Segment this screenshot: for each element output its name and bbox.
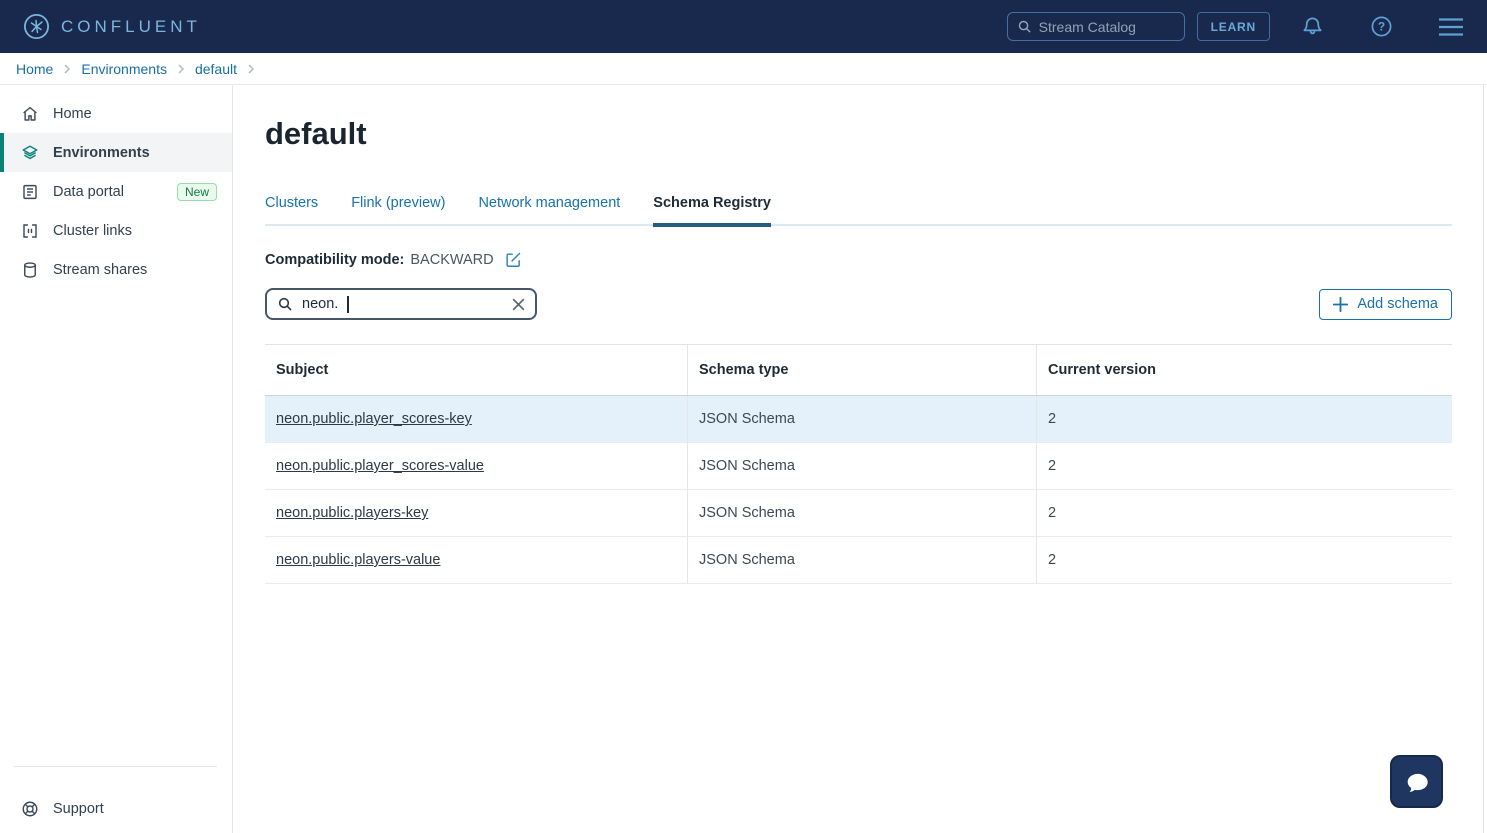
table-row: neon.public.players-value JSON Schema 2 [265,537,1452,584]
cylinder-icon [21,261,39,279]
table-row: neon.public.players-key JSON Schema 2 [265,490,1452,537]
column-header-subject: Subject [265,345,688,395]
chat-bubble-icon [1403,768,1431,796]
top-navbar: CONFLUENT LEARN ? [0,0,1487,53]
main-content: default Clusters Flink (preview) Network… [233,85,1487,833]
confluent-logo[interactable]: CONFLUENT [23,13,201,40]
schema-type-cell: JSON Schema [688,537,1037,583]
schemas-table: Subject Schema type Current version neon… [265,344,1452,584]
brand-name: CONFLUENT [61,17,201,37]
hamburger-icon [1438,17,1464,37]
subject-link[interactable]: neon.public.player_scores-value [276,458,484,474]
column-header-current-version: Current version [1037,345,1452,395]
layers-icon [21,144,39,162]
breadcrumb-home[interactable]: Home [16,61,53,77]
text-caret [347,296,349,313]
sidebar-item-support[interactable]: Support [0,789,232,828]
sidebar: Home Environments Data portal New [0,85,233,833]
stream-catalog-search[interactable] [1007,12,1185,41]
table-header: Subject Schema type Current version [265,345,1452,396]
hamburger-menu-button[interactable] [1438,17,1464,37]
add-schema-button[interactable]: Add schema [1319,289,1452,320]
chevron-right-icon [62,64,72,74]
sidebar-item-label: Cluster links [53,223,132,239]
compatibility-mode-value: BACKWARD [410,252,493,268]
edit-icon [505,251,522,268]
bell-icon [1301,15,1324,38]
sidebar-divider [14,766,217,767]
current-version-cell: 2 [1037,443,1452,489]
home-icon [21,105,39,123]
search-icon [277,296,293,312]
stream-catalog-input[interactable] [1039,19,1159,35]
schema-toolbar: neon. Add schema [265,288,1452,320]
schema-search-value: neon. [302,296,338,312]
schema-type-cell: JSON Schema [688,396,1037,442]
svg-text:?: ? [1378,20,1385,34]
clear-search-button[interactable] [512,298,525,311]
chevron-right-icon [246,64,256,74]
subject-link[interactable]: neon.public.players-value [276,552,440,568]
schema-type-cell: JSON Schema [688,490,1037,536]
sidebar-item-environments[interactable]: Environments [0,133,232,172]
new-badge: New [177,183,217,201]
current-version-cell: 2 [1037,490,1452,536]
sidebar-item-stream-shares[interactable]: Stream shares [0,250,232,289]
column-header-schema-type: Schema type [688,345,1037,395]
breadcrumb-environments[interactable]: Environments [81,61,167,77]
subject-link[interactable]: neon.public.players-key [276,505,428,521]
chevron-right-icon [176,64,186,74]
current-version-cell: 2 [1037,537,1452,583]
tab-flink-preview[interactable]: Flink (preview) [351,187,445,224]
scroll-edge-divider [1483,85,1484,833]
document-icon [21,183,39,201]
compatibility-mode-row: Compatibility mode: BACKWARD [265,251,1452,268]
page-title: default [265,115,1452,153]
plus-icon [1333,297,1348,312]
tab-bar: Clusters Flink (preview) Network managem… [265,187,1452,226]
sidebar-item-label: Home [53,106,92,122]
search-icon [1017,19,1032,34]
table-row: neon.public.player_scores-value JSON Sch… [265,443,1452,490]
current-version-cell: 2 [1037,396,1452,442]
table-row: neon.public.player_scores-key JSON Schem… [265,396,1452,443]
tab-schema-registry[interactable]: Schema Registry [653,187,771,224]
breadcrumb-default[interactable]: default [195,61,237,77]
breadcrumb: Home Environments default [0,53,1487,85]
sidebar-item-label: Environments [53,145,150,161]
close-icon [512,298,525,311]
compatibility-mode-label: Compatibility mode: [265,252,404,268]
notifications-button[interactable] [1301,15,1324,38]
sidebar-item-label: Data portal [53,184,124,200]
tab-network-management[interactable]: Network management [478,187,620,224]
tab-clusters[interactable]: Clusters [265,187,318,224]
learn-button[interactable]: LEARN [1197,12,1270,41]
chat-widget-button[interactable] [1390,755,1443,808]
sidebar-item-cluster-links[interactable]: Cluster links [0,211,232,250]
sidebar-item-label: Support [53,801,104,817]
confluent-logo-icon [23,13,50,40]
subject-link[interactable]: neon.public.player_scores-key [276,411,472,427]
cluster-links-icon [21,222,39,240]
sidebar-item-home[interactable]: Home [0,94,232,133]
schema-type-cell: JSON Schema [688,443,1037,489]
add-schema-label: Add schema [1357,296,1438,312]
schema-search-input[interactable]: neon. [265,288,537,320]
help-button[interactable]: ? [1370,15,1393,38]
sidebar-item-data-portal[interactable]: Data portal New [0,172,232,211]
sidebar-item-label: Stream shares [53,262,147,278]
help-icon: ? [1370,15,1393,38]
edit-compatibility-button[interactable] [505,251,522,268]
support-icon [21,800,39,818]
